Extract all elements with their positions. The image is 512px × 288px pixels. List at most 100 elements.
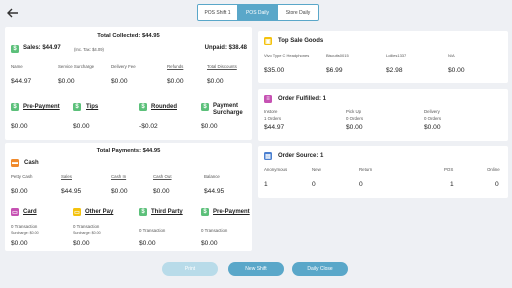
pm-prepayment-icon: $ [201, 208, 209, 216]
print-button[interactable]: Print [162, 262, 218, 276]
daily-close-button[interactable]: Daily Close [292, 262, 348, 276]
card-surcharge: Surcharge: $0.00 [11, 231, 39, 235]
top-sale-card: ▣ Top Sale Goods Vivo Type C Headphones … [258, 31, 508, 83]
sales-total: Sales: $44.97 [23, 45, 61, 51]
pm-prepayment-tx: 0 Transaction [201, 228, 228, 233]
top-sale-title: Top Sale Goods [278, 38, 324, 44]
col-delivery-value: $0.00 [111, 78, 128, 85]
tips-label[interactable]: Tips [86, 104, 98, 110]
order-source-title: Order Source: 1 [278, 153, 324, 159]
source-return-value: 0 [359, 181, 363, 188]
third-party-icon: $ [139, 208, 147, 216]
sales-summary-card: Total Collected: $44.95 $ Sales: $44.97 … [5, 27, 252, 140]
col-refunds-value: $0.00 [167, 78, 184, 85]
col-name-label: Name [11, 64, 23, 69]
top-sale-item-value: $6.99 [326, 67, 343, 74]
card-label[interactable]: Card [23, 209, 37, 215]
source-anonymous-value: 1 [264, 181, 268, 188]
balance-value: $44.95 [204, 188, 225, 195]
order-fulfilled-card: ≡ Order Fulfilled: 1 Instore Pick Up Del… [258, 89, 508, 141]
rounded-icon: $ [139, 103, 147, 111]
cash-label: Cash [24, 160, 39, 166]
card-icon: ▭ [11, 208, 19, 216]
cash-in-label[interactable]: Cash In [111, 174, 126, 179]
other-pay-tx: 0 Transaction [73, 224, 100, 229]
petty-cash-value: $0.00 [11, 188, 28, 195]
col-name-value: $44.97 [11, 78, 32, 85]
pm-prepayment-label[interactable]: Pre-Payment [213, 209, 250, 215]
tax-note: (Inc. Tax: $4.09) [74, 46, 104, 52]
other-pay-icon: ▭ [73, 208, 81, 216]
source-return-label: Return [359, 167, 373, 172]
card-tx: 0 Transaction [11, 224, 38, 229]
rounded-value: -$0.02 [139, 123, 158, 130]
sales-label[interactable]: Sales [61, 174, 72, 179]
source-pos-label: POS [444, 167, 454, 172]
cash-icon: ▬ [11, 159, 19, 167]
prepayment-label[interactable]: Pre-Payment [23, 104, 60, 110]
instore-orders: 1 Orders [264, 116, 282, 121]
source-new-label: New [312, 167, 321, 172]
instore-value: $44.97 [264, 124, 285, 131]
top-sale-item-name: N/A [448, 53, 455, 58]
payment-surcharge-label: Payment Surcharge [213, 103, 243, 116]
payment-surcharge-icon: $ [201, 103, 209, 111]
rounded-label[interactable]: Rounded [151, 104, 177, 110]
delivery-orders: 0 Orders [424, 116, 442, 121]
tips-icon: $ [73, 103, 81, 111]
col-discounts-label[interactable]: Total Discounts [207, 64, 237, 69]
new-shift-button[interactable]: New Shift [228, 262, 284, 276]
payments-card: Total Payments: $44.95 ▬ Cash Petty Cash… [5, 143, 252, 251]
source-online-value: 0 [495, 181, 499, 188]
other-pay-surcharge: Surcharge: $0.00 [73, 231, 101, 235]
petty-cash-label: Petty Cash [11, 174, 33, 179]
source-anonymous-label: Anonymous [264, 167, 288, 172]
prepayment-value: $0.00 [11, 123, 28, 130]
cash-in-value: $0.00 [111, 188, 128, 195]
list-icon: ≡ [264, 95, 272, 103]
balance-label: Balance [204, 174, 220, 179]
source-pos-value: 1 [450, 181, 454, 188]
order-source-card: ▤ Order Source: 1 Anonymous New Return P… [258, 146, 508, 198]
col-discounts-value: $0.00 [207, 78, 224, 85]
dollar-icon: $ [11, 45, 19, 53]
tab-pos-daily[interactable]: POS Daily [238, 5, 278, 20]
top-sale-item-value: $2.98 [386, 67, 403, 74]
col-delivery-label: Delivery Fee [111, 64, 136, 69]
pm-prepayment-value: $0.00 [201, 240, 218, 247]
gift-icon: ▣ [264, 37, 272, 45]
pickup-value: $0.00 [346, 124, 363, 131]
total-collected: Total Collected: $44.95 [97, 33, 160, 39]
sales-value: $44.95 [61, 188, 82, 195]
tab-pos-shift[interactable]: POS Shift 1 [198, 5, 238, 20]
source-icon: ▤ [264, 152, 272, 160]
pickup-label: Pick Up [346, 109, 362, 114]
delivery-value: $0.00 [424, 124, 441, 131]
source-new-value: 0 [312, 181, 316, 188]
third-party-tx: 0 Transaction [139, 228, 166, 233]
delivery-label: Delivery [424, 109, 440, 114]
back-icon[interactable] [6, 7, 20, 19]
shift-tabs: POS Shift 1 POS Daily Store Daily [197, 4, 319, 21]
unpaid-total: Unpaid: $38.48 [204, 45, 247, 51]
tab-store-daily[interactable]: Store Daily [278, 5, 318, 20]
cash-out-label[interactable]: Cash Out [153, 174, 172, 179]
col-surcharge-value: $0.00 [58, 78, 75, 85]
source-online-label: Online [487, 167, 500, 172]
tips-value: $0.00 [73, 123, 90, 130]
instore-label: Instore [264, 109, 278, 114]
top-sale-item-name: Lollies1337 [386, 53, 407, 58]
payment-surcharge-value: $0.00 [201, 123, 218, 130]
third-party-value: $0.00 [139, 240, 156, 247]
cash-out-value: $0.00 [153, 188, 170, 195]
top-sale-item-name: Vivo Type C Headphones [264, 53, 310, 58]
other-pay-label[interactable]: Other Pay [85, 209, 113, 215]
third-party-label[interactable]: Third Party [151, 209, 183, 215]
order-fulfilled-title: Order Fulfilled: 1 [278, 96, 327, 102]
col-refunds-label[interactable]: Refunds [167, 64, 183, 69]
card-value: $0.00 [11, 240, 28, 247]
top-sale-item-value: $35.00 [264, 67, 285, 74]
other-pay-value: $0.00 [73, 240, 90, 247]
prepayment-icon: $ [11, 103, 19, 111]
pickup-orders: 0 Orders [346, 116, 364, 121]
